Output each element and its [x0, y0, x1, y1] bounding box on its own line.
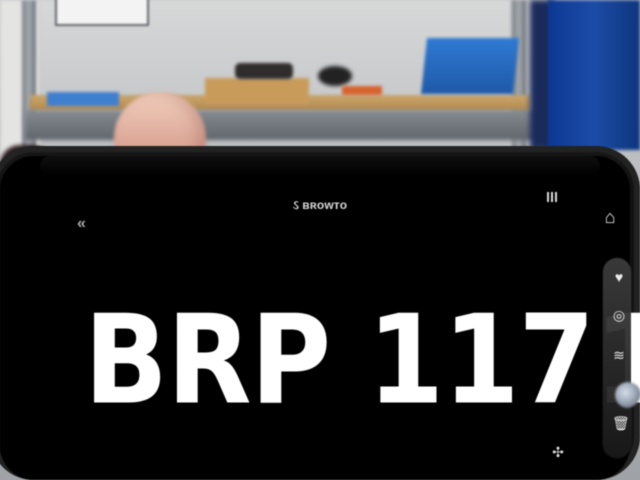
lens-glare [615, 382, 640, 408]
phone-screen: ઽ ʙʀᴏᴡᴛᴏ « BRP 1171 ⌂ ♥ ◎ ≋ 🗑 ✣ [0, 156, 640, 480]
menu-bar [551, 192, 553, 202]
small-black-object [318, 66, 352, 86]
blue-crate [421, 38, 519, 94]
shelf-rail [25, 110, 545, 140]
stack-icon[interactable]: ≋ [612, 348, 626, 362]
target-icon[interactable]: ◎ [612, 308, 626, 322]
photo-scene: ઽ ʙʀᴏᴡᴛᴏ « BRP 1171 ⌂ ♥ ◎ ≋ 🗑 ✣ [0, 0, 640, 480]
white-sign [55, 0, 149, 26]
heart-icon[interactable]: ♥ [612, 270, 626, 284]
top-status-text: ઽ ʙʀᴏᴡᴛᴏ [292, 198, 348, 212]
sparkle-icon[interactable]: ✣ [550, 444, 566, 460]
home-icon[interactable]: ⌂ [601, 208, 619, 226]
license-plate-text: BRP 1171 [84, 288, 640, 432]
back-arrow-icon[interactable]: « [77, 216, 95, 232]
menu-bars-icon[interactable] [545, 192, 561, 208]
trash-icon[interactable]: 🗑 [612, 416, 630, 430]
shelf-post-right [512, 0, 526, 170]
cardboard-box [205, 78, 309, 104]
blue-box-left [47, 92, 119, 106]
screen-glare [40, 156, 600, 176]
orange-object [342, 86, 382, 95]
menu-bar [555, 192, 557, 202]
phone: ઽ ʙʀᴏᴡᴛᴏ « BRP 1171 ⌂ ♥ ◎ ≋ 🗑 ✣ [0, 146, 640, 480]
blue-cabinet [548, 0, 640, 150]
menu-bar [547, 192, 549, 202]
dark-object [235, 63, 293, 79]
